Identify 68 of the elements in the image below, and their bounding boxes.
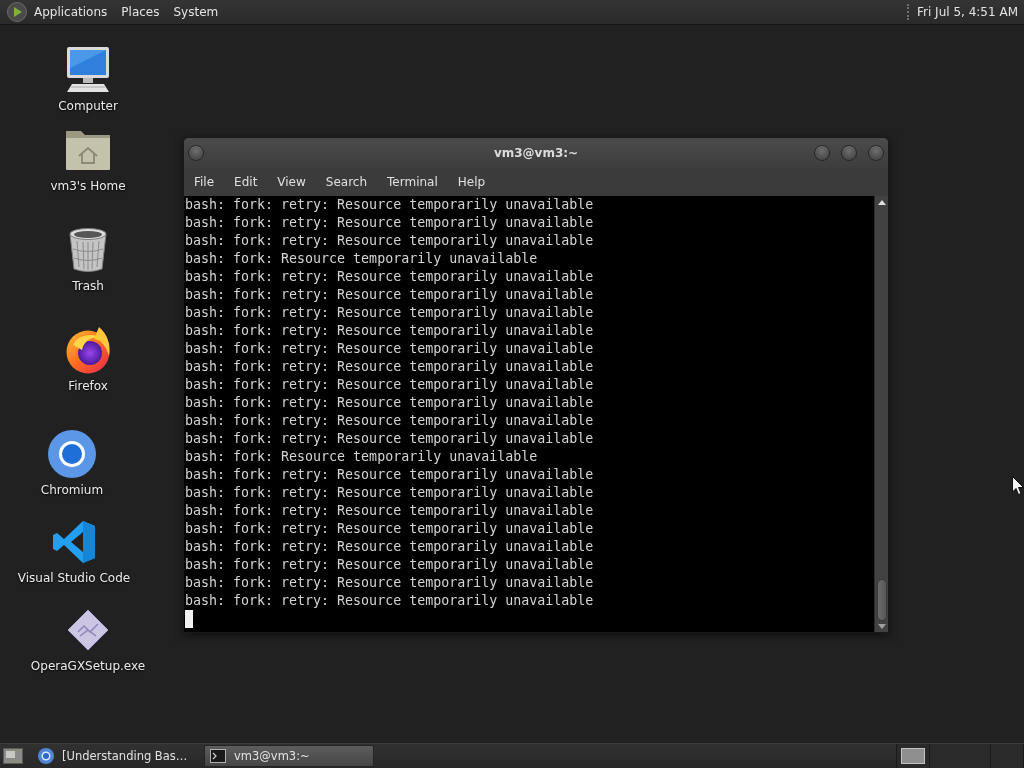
mouse-pointer-icon xyxy=(1012,476,1024,495)
home-folder-icon[interactable] xyxy=(65,129,111,171)
menu-item[interactable]: Terminal xyxy=(377,170,448,194)
text-cursor xyxy=(185,610,193,628)
scrollbar-thumb[interactable] xyxy=(876,579,887,621)
menu-item[interactable]: Edit xyxy=(224,170,268,194)
terminal-output-line: bash: fork: retry: Resource temporarily unavailable xyxy=(185,574,594,592)
terminal-output-line: bash: fork: retry: Resource temporarily unavailable xyxy=(185,322,594,340)
workspace-switcher[interactable] xyxy=(896,744,1024,768)
terminal-output-line: bash: fork: retry: Resource temporarily unavailable xyxy=(185,286,594,304)
computer-icon[interactable] xyxy=(64,46,112,94)
terminal-output-line: bash: fork: retry: Resource temporarily unavailable xyxy=(185,232,594,250)
menu-item[interactable]: Search xyxy=(315,170,378,194)
terminal-output-line: bash: fork: retry: Resource temporarily unavailable xyxy=(185,592,594,610)
terminal-output-line: bash: fork: Resource temporarily unavailable xyxy=(185,448,538,466)
scrollbar[interactable] xyxy=(874,196,888,632)
terminal-output-line: bash: fork: retry: Resource temporarily unavailable xyxy=(185,502,594,520)
scroll-down-arrow-icon[interactable] xyxy=(877,624,886,629)
panel-menu-button[interactable]: Applications xyxy=(27,1,115,23)
chromium-icon[interactable] xyxy=(48,430,96,478)
desktop-icon-label[interactable]: Computer xyxy=(58,98,118,114)
terminal-output-line: bash: fork: retry: Resource temporarily unavailable xyxy=(185,376,594,394)
terminal-output-line: bash: fork: retry: Resource temporarily unavailable xyxy=(185,484,594,502)
terminal-output-line: bash: fork: retry: Resource temporarily unavailable xyxy=(185,538,594,556)
browser-icon xyxy=(38,748,54,764)
trash-icon[interactable] xyxy=(68,227,108,273)
close-button[interactable] xyxy=(868,145,884,161)
terminal-output-line: bash: fork: retry: Resource temporarily unavailable xyxy=(185,556,594,574)
play-logo-icon[interactable] xyxy=(7,2,27,22)
terminal-output-line: bash: fork: retry: Resource temporarily unavailable xyxy=(185,304,594,322)
terminal-output-line: bash: fork: retry: Resource temporarily unavailable xyxy=(185,268,594,286)
workspace-cell[interactable] xyxy=(930,744,991,768)
firefox-icon[interactable] xyxy=(65,326,111,374)
terminal-output-line: bash: fork: retry: Resource temporarily unavailable xyxy=(185,340,594,358)
terminal-output-line: bash: fork: Resource temporarily unavailable xyxy=(185,250,538,268)
desktop-icon-label[interactable]: OperaGXSetup.exe xyxy=(30,658,146,674)
menu-item[interactable]: View xyxy=(267,170,316,194)
taskbar-window-button[interactable]: vm3@vm3:~ xyxy=(204,745,374,767)
terminal-output-line: bash: fork: retry: Resource temporarily unavailable xyxy=(185,358,594,376)
taskbar-window-button[interactable]: [Understanding Bas… xyxy=(32,745,202,767)
workspace-cell[interactable] xyxy=(991,744,1024,768)
desktop-icon-label[interactable]: Trash xyxy=(72,278,104,294)
panel-menu-button[interactable]: Places xyxy=(114,1,167,23)
minimize-button[interactable] xyxy=(814,145,830,161)
menu-item[interactable]: Help xyxy=(447,170,496,194)
panel-menu-button[interactable]: System xyxy=(166,1,226,23)
desktop-icon-label[interactable]: Visual Studio Code xyxy=(17,570,131,586)
vscode-icon[interactable] xyxy=(52,520,96,564)
window-title: vm3@vm3:~ xyxy=(493,146,579,160)
workspace-cell[interactable] xyxy=(897,744,930,768)
terminal-output-line: bash: fork: retry: Resource temporarily unavailable xyxy=(185,520,594,538)
scroll-up-arrow-icon[interactable] xyxy=(877,200,886,205)
terminal-icon xyxy=(210,749,226,763)
terminal-output-line: bash: fork: retry: Resource temporarily unavailable xyxy=(185,214,594,232)
terminal-output-line: bash: fork: retry: Resource temporarily unavailable xyxy=(185,430,594,448)
menu-item[interactable]: File xyxy=(184,170,225,194)
desktop-icon-label[interactable]: vm3's Home xyxy=(50,178,126,194)
terminal-output-line: bash: fork: retry: Resource temporarily unavailable xyxy=(185,394,594,412)
terminal-output-line: bash: fork: retry: Resource temporarily unavailable xyxy=(185,196,594,214)
terminal-output-line: bash: fork: retry: Resource temporarily unavailable xyxy=(185,412,594,430)
installer-icon[interactable] xyxy=(68,610,108,650)
terminal-output-line: bash: fork: retry: Resource temporarily unavailable xyxy=(185,466,594,484)
panel-clock[interactable]: Fri Jul 5, 4:51 AM xyxy=(917,5,1018,19)
window-menu-button[interactable] xyxy=(188,145,204,161)
desktop-icon-label[interactable]: Firefox xyxy=(68,378,108,394)
window-thumbnail xyxy=(901,748,925,764)
maximize-button[interactable] xyxy=(841,145,857,161)
desktop-icon-label[interactable]: Chromium xyxy=(40,482,104,498)
